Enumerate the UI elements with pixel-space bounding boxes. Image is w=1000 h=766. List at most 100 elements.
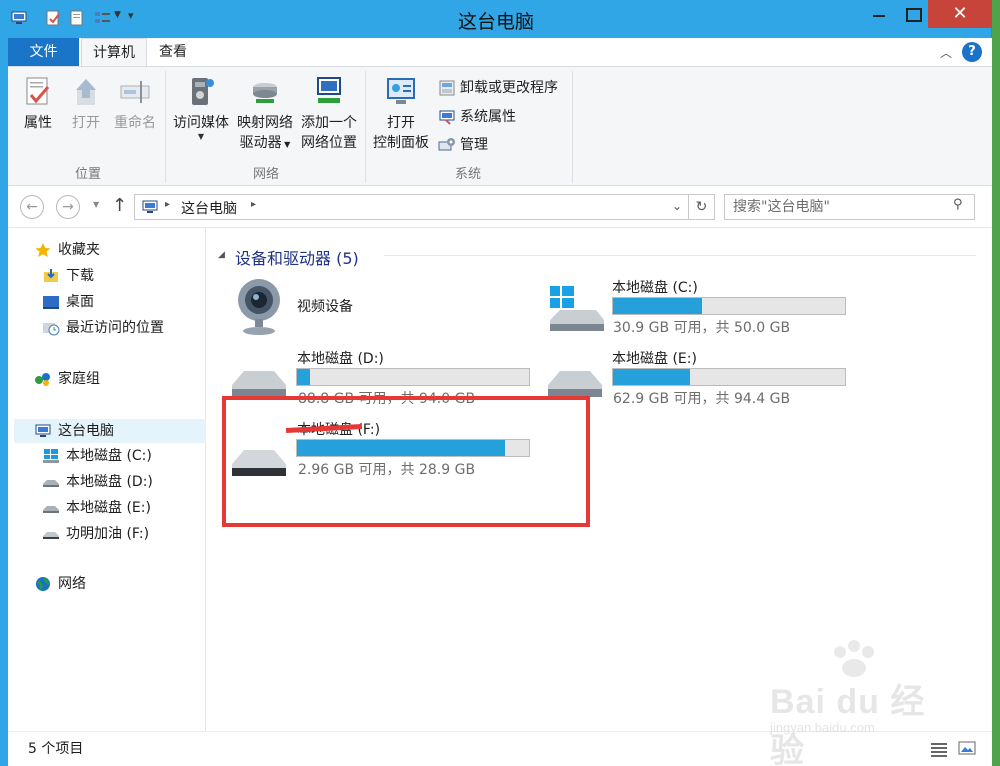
- nav-drive-f-label: 功明加油 (F:): [66, 526, 150, 542]
- media-dropdown-icon: ▼: [197, 132, 205, 141]
- address-bar-row: ← → ▼ ↑ ▸ 这台电脑 ▸ ⌄ ↻ 搜索"这台电脑" ⚲: [8, 186, 992, 228]
- star-icon: [35, 243, 51, 257]
- breadcrumb-chevron-icon[interactable]: ▸: [165, 199, 170, 210]
- recent-locations-icon[interactable]: ▼: [93, 200, 99, 209]
- drive-e-usage-bar: [612, 368, 846, 386]
- nav-downloads-label: 下载: [66, 268, 94, 284]
- windows-drive-icon: [43, 449, 59, 463]
- group-system-label: 系统: [454, 167, 481, 182]
- drive-c-info: 30.9 GB 可用，共 50.0 GB: [613, 320, 791, 336]
- access-media-button[interactable]: 访问媒体 ▼: [170, 75, 232, 141]
- open-label: 打开: [72, 115, 100, 131]
- uninstall-label: 卸载或更改程序: [460, 80, 558, 96]
- navigation-pane: 收藏夹 下载 桌面 最近访问的位置 家庭组 这台电脑 本地磁盘 (C:) 本地磁…: [8, 228, 206, 731]
- refresh-button[interactable]: ↻: [689, 194, 715, 220]
- tab-file[interactable]: 文件: [8, 38, 79, 66]
- ribbon-tabs: 文件 计算机 查看 ︿ ?: [8, 38, 992, 67]
- nav-recent-label: 最近访问的位置: [66, 320, 164, 336]
- webcam-icon: [238, 279, 280, 335]
- nav-thispc-label: 这台电脑: [58, 423, 114, 439]
- video-device-name: 视频设备: [297, 299, 353, 315]
- nav-homegroup-label: 家庭组: [58, 371, 100, 387]
- group-location-label: 位置: [74, 167, 101, 182]
- drive-e-usage-fill: [613, 369, 691, 385]
- network-drive-icon: [253, 83, 277, 103]
- explorer-window: ▼ ▾ 这台电脑 ✕ 文件 计算机 查看 ︿ ? 属性 打开 重命名 位置 访问…: [0, 0, 992, 766]
- section-divider: [384, 255, 976, 256]
- breadcrumb-chevron-icon[interactable]: ▸: [251, 199, 256, 210]
- drive-icon: [43, 480, 59, 487]
- properties-button[interactable]: 属性: [16, 75, 60, 133]
- group-network-label: 网络: [252, 167, 279, 182]
- drive-c-usage-fill: [613, 298, 702, 314]
- nav-desktop-label: 桌面: [66, 294, 94, 310]
- item-count: 5 个项目: [28, 741, 84, 757]
- tab-view[interactable]: 查看: [151, 38, 195, 66]
- breadcrumb-thispc[interactable]: 这台电脑: [181, 198, 237, 218]
- drive-d-usage-bar: [296, 368, 530, 386]
- drive-icon: [548, 371, 602, 397]
- drive-d-name: 本地磁盘 (D:): [297, 351, 384, 367]
- map-drive-label-1: 映射网络: [237, 115, 293, 131]
- properties-label: 属性: [24, 115, 52, 131]
- up-button[interactable]: ↑: [112, 195, 127, 216]
- rename-button[interactable]: 重命名: [110, 75, 160, 133]
- search-icon[interactable]: ⚲: [953, 197, 963, 212]
- back-button[interactable]: ←: [20, 195, 44, 219]
- nav-drive-e-label: 本地磁盘 (E:): [66, 500, 151, 516]
- computer-icon: [35, 424, 51, 437]
- system-properties-icon: [439, 110, 455, 125]
- properties-icon: [26, 77, 50, 105]
- nav-network-label: 网络: [58, 576, 86, 592]
- drive-d-usage-fill: [297, 369, 310, 385]
- map-drive-dropdown-icon: ▼: [281, 140, 291, 149]
- ribbon-separator: [365, 71, 366, 183]
- desktop-icon: [43, 296, 59, 309]
- access-media-label: 访问媒体: [173, 115, 229, 131]
- nav-drive-c-label: 本地磁盘 (C:): [66, 448, 152, 464]
- map-drive-label-2: 驱动器: [239, 135, 282, 151]
- address-box[interactable]: ▸ 这台电脑 ▸ ⌄: [134, 194, 689, 220]
- baidu-url: jingyan.baidu.com: [770, 720, 875, 735]
- help-icon[interactable]: ?: [962, 42, 982, 62]
- homegroup-icon: [35, 373, 50, 386]
- control-panel-button[interactable]: 打开 控制面板: [370, 75, 432, 153]
- collapse-group-icon[interactable]: ◢: [218, 250, 225, 260]
- manage-icon: [438, 138, 455, 151]
- ribbon-separator: [572, 71, 573, 183]
- add-location-label-1: 添加一个: [301, 115, 357, 131]
- add-network-location-button[interactable]: 添加一个 网络位置: [298, 75, 360, 153]
- ribbon-separator: [165, 71, 166, 183]
- highlight-box: [222, 396, 590, 527]
- tab-computer[interactable]: 计算机: [81, 38, 147, 67]
- drive-icon: [232, 371, 286, 397]
- large-icons-view-icon[interactable]: [958, 740, 976, 756]
- removable-drive-icon: [43, 532, 59, 539]
- paw-logo-icon: [834, 640, 874, 677]
- system-properties-label: 系统属性: [460, 109, 516, 125]
- minimize-button[interactable]: [858, 0, 902, 28]
- open-icon: [76, 79, 96, 105]
- open-button[interactable]: 打开: [64, 75, 108, 133]
- network-globe-icon: [36, 577, 51, 591]
- address-dropdown-icon[interactable]: ⌄: [672, 199, 682, 213]
- forward-button[interactable]: →: [56, 195, 80, 219]
- thispc-address-icon: [142, 200, 158, 213]
- rename-icon: [120, 81, 150, 103]
- ribbon: 属性 打开 重命名 位置 访问媒体 ▼ 映射网络 驱动器 ▼ 添加一个 网络位置…: [8, 66, 992, 186]
- section-header[interactable]: 设备和驱动器 (5): [235, 245, 359, 269]
- search-input[interactable]: 搜索"这台电脑": [724, 194, 975, 220]
- maximize-button[interactable]: [902, 0, 928, 28]
- title-bar: ▼ ▾ 这台电脑 ✕: [0, 0, 992, 38]
- control-panel-label-2: 控制面板: [373, 135, 429, 151]
- nav-favorites-label: 收藏夹: [58, 242, 100, 258]
- map-drive-button[interactable]: 映射网络 驱动器 ▼: [234, 75, 296, 155]
- close-button[interactable]: ✕: [928, 0, 992, 28]
- drive-e-info: 62.9 GB 可用，共 94.4 GB: [613, 391, 791, 407]
- rename-label: 重命名: [114, 115, 156, 131]
- recent-places-icon: [43, 323, 60, 336]
- collapse-ribbon-icon[interactable]: ︿: [940, 44, 952, 61]
- download-folder-icon: [44, 269, 58, 282]
- uninstall-icon: [439, 80, 455, 96]
- network-location-icon: [317, 77, 341, 103]
